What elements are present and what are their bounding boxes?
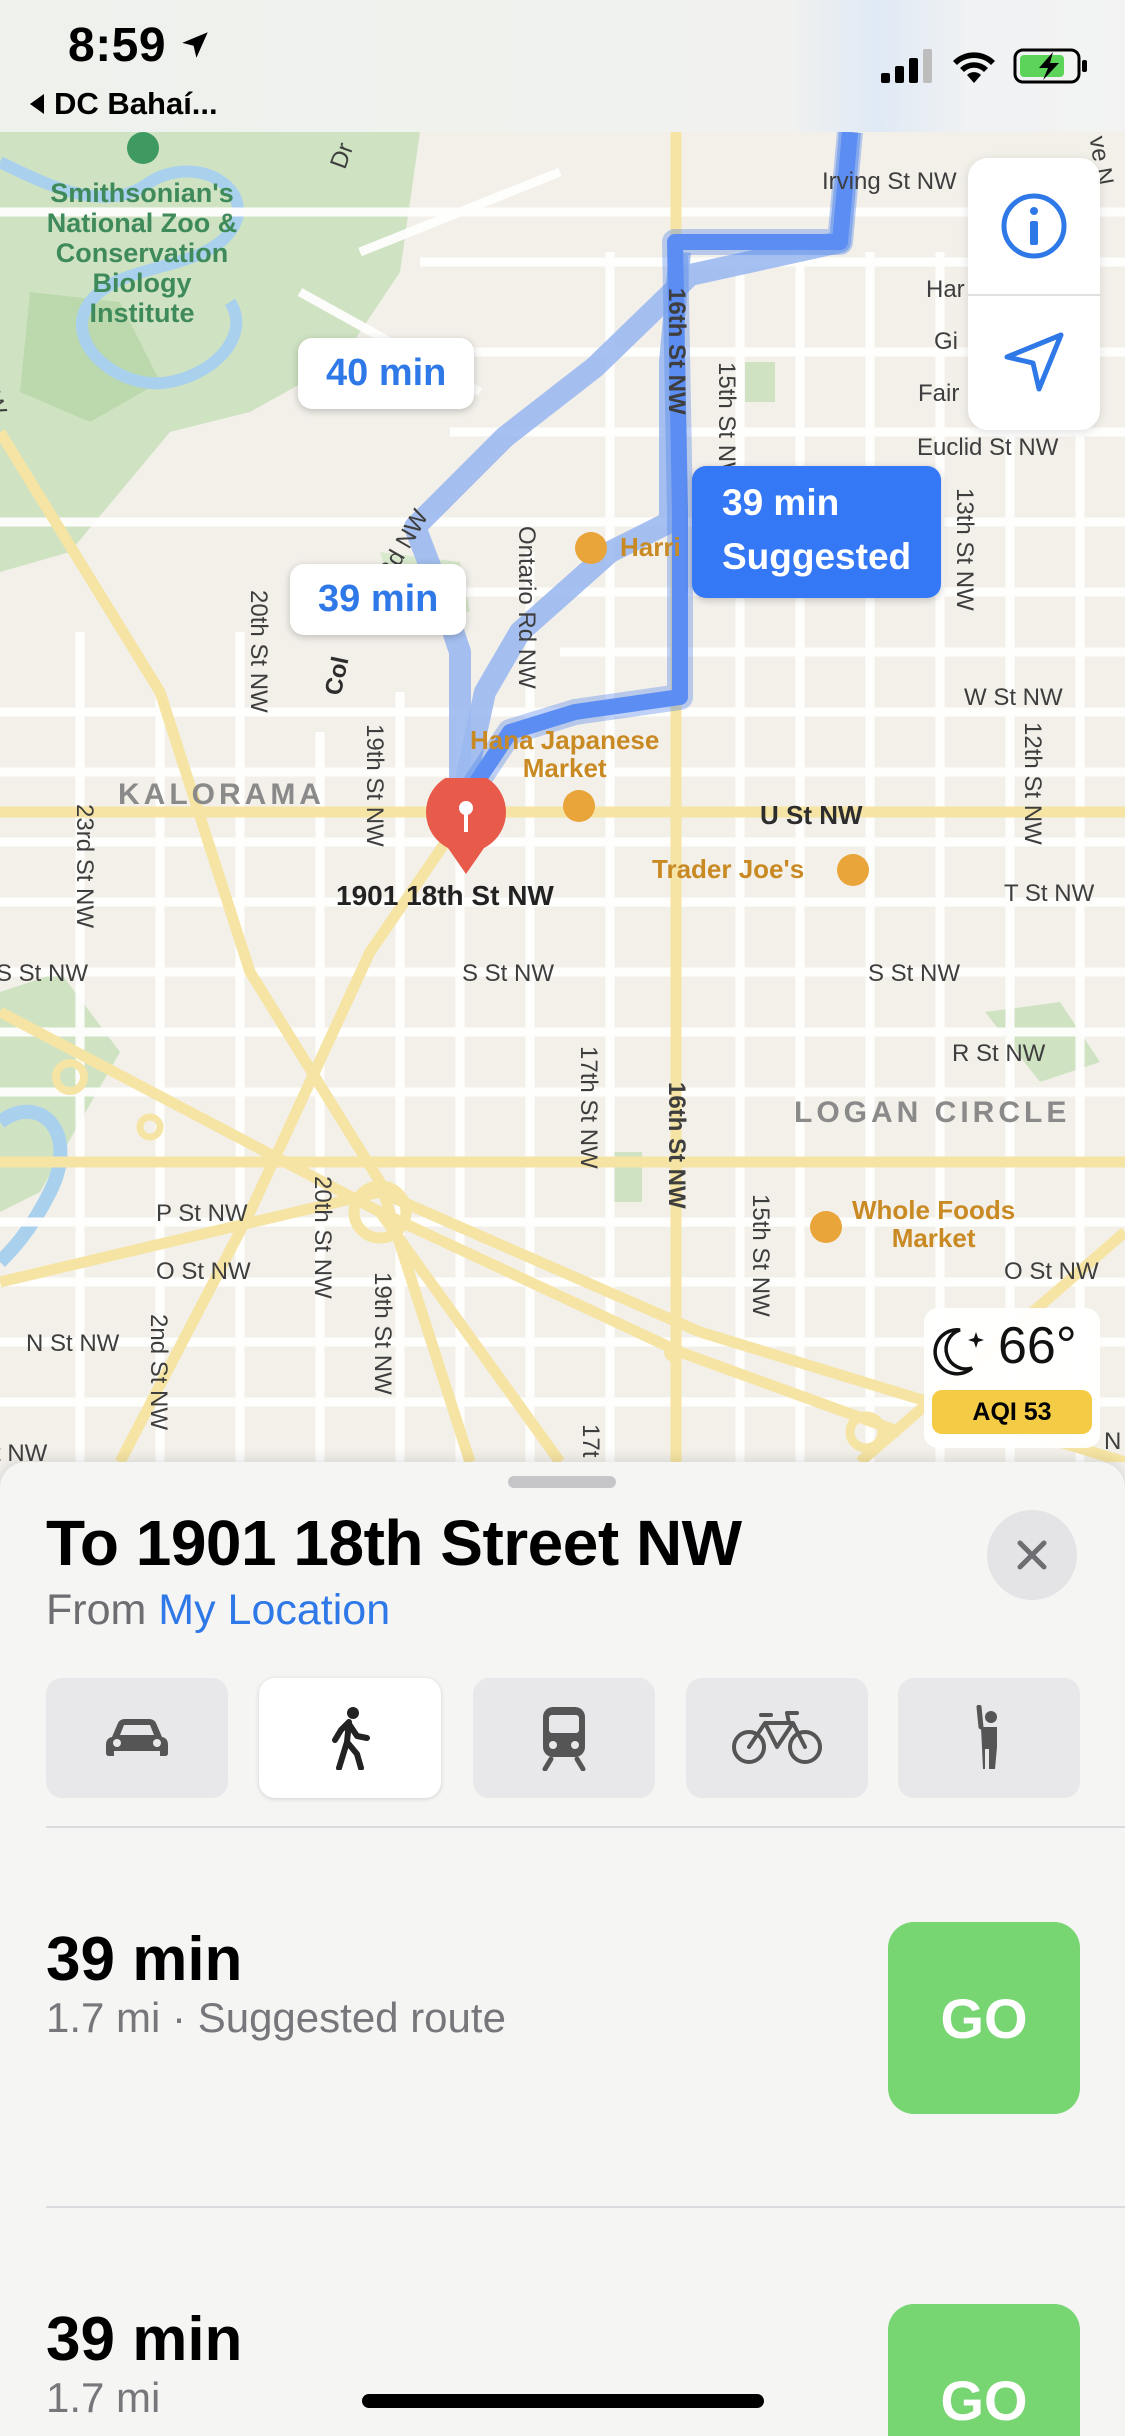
suggested-label: Suggested (722, 536, 912, 577)
street-label-w: W St NW (964, 684, 1063, 711)
street-label-s-east: S St NW (868, 960, 961, 987)
car-icon (106, 1719, 168, 1756)
location-arrow-outline-icon (1004, 332, 1064, 392)
street-label-20th: 20th St NW (245, 590, 272, 713)
neighborhood-label-kalorama: KALORAMA (118, 778, 325, 811)
transit-icon (542, 1707, 586, 1771)
back-app-label: DC Bahaí... (54, 86, 218, 121)
street-label-t: T St NW (1004, 880, 1095, 907)
route-time: 39 min (46, 2305, 243, 2374)
status-time: 8:59 (68, 19, 167, 72)
directions-origin: From My Location (46, 1586, 390, 1635)
route-bubble-40min[interactable]: 40 min (298, 338, 475, 409)
route-detail: 1.7 mi · Suggested route (46, 1994, 506, 2041)
street-label-15th-bottom: 15th St NW (747, 1194, 774, 1317)
street-label-16th-top: 16th St NW (663, 288, 690, 415)
mode-walk-button[interactable] (259, 1678, 441, 1798)
street-label-16th-bottom: 16th St NW (663, 1082, 690, 1209)
street-label-n-edge: N (1104, 1428, 1122, 1455)
mode-cycle-button[interactable] (686, 1678, 868, 1798)
street-label-13th: 13th St NW (951, 488, 978, 611)
street-label-harvard: Har (926, 276, 965, 303)
close-button[interactable] (987, 1510, 1077, 1600)
street-label-u: U St NW (760, 800, 863, 830)
mode-drive-button[interactable] (46, 1678, 228, 1798)
track-location-button[interactable] (968, 294, 1100, 430)
cellular-signal-icon (881, 49, 932, 83)
street-label-s-mid: S St NW (462, 960, 555, 987)
poi-label-whole-foods[interactable]: Whole Foods Market (852, 1196, 1015, 1252)
back-to-app-link[interactable]: DC Bahaí... (30, 86, 218, 122)
go-button[interactable]: GO (888, 2304, 1080, 2436)
street-label-r: R St NW (952, 1040, 1046, 1067)
street-label-20th-bottom: 20th St NW (309, 1176, 336, 1299)
home-indicator[interactable] (362, 2394, 764, 2408)
street-label-17th-bottom: 17t (577, 1424, 604, 1458)
go-button[interactable]: GO (888, 1922, 1080, 2114)
route-bubble-39min[interactable]: 39 min (290, 564, 467, 635)
street-label-12th: 12th St NW (1019, 722, 1046, 845)
street-label-23rd: 23rd St NW (71, 804, 98, 929)
rideshare-icon (976, 1705, 997, 1769)
wifi-icon (953, 52, 995, 83)
park-label-zoo: Smithsonian's National Zoo & Conservatio… (46, 178, 238, 328)
sheet-grabber[interactable] (508, 1476, 616, 1488)
mode-transit-button[interactable] (473, 1678, 655, 1798)
status-bar: 8:59 DC Bahaí... (0, 0, 1125, 132)
street-label-nw-edge: t NW (0, 1440, 48, 1462)
street-label-ontario: Ontario Rd NW (513, 526, 540, 689)
street-label-p: P St NW (156, 1200, 248, 1227)
weather-widget[interactable]: 66° AQI 53 (924, 1308, 1100, 1448)
street-label-fairmont: Fair (918, 380, 960, 407)
poi-label-trader-joes[interactable]: Trader Joe's (652, 854, 804, 885)
street-label-n: N St NW (26, 1330, 120, 1357)
back-triangle-icon (30, 94, 44, 114)
aqi-badge: AQI 53 (932, 1390, 1092, 1434)
neighborhood-label-logan-circle: LOGAN CIRCLE (794, 1096, 1071, 1129)
route-time: 39 min (46, 1925, 243, 1994)
status-icons (881, 48, 1089, 84)
street-label-o-east: O St NW (1004, 1258, 1099, 1285)
walk-icon (332, 1707, 370, 1770)
street-label-17th: 17th St NW (575, 1046, 602, 1169)
mode-rideshare-button[interactable] (898, 1678, 1080, 1798)
suggested-time: 39 min (722, 482, 840, 523)
directions-sheet: To 1901 18th Street NW From My Location (0, 1462, 1125, 2436)
destination-label: 1901 18th St NW (336, 880, 554, 911)
street-label-22nd: 2nd St NW (145, 1314, 172, 1431)
origin-link[interactable]: My Location (158, 1586, 390, 1634)
street-label-19th-bottom: 19th St NW (369, 1272, 396, 1395)
location-arrow-icon (182, 32, 208, 58)
battery-charging-icon (1013, 48, 1087, 84)
poi-label-harris[interactable]: Harri (620, 532, 681, 563)
transport-mode-selector (46, 1678, 1080, 1798)
street-label-girard: Gi (934, 328, 958, 355)
street-label-19th: 19th St NW (361, 724, 388, 847)
weather-temperature: 66° (998, 1317, 1077, 1375)
directions-title: To 1901 18th Street NW (46, 1507, 742, 1579)
info-icon (1001, 193, 1067, 259)
from-prefix: From (46, 1586, 147, 1634)
route-option-1[interactable]: 39 min 1.7 mi · Suggested route GO (0, 1828, 1125, 2114)
close-icon (1017, 1540, 1047, 1570)
map-view[interactable]: Smithsonian's National Zoo & Conservatio… (0, 132, 1125, 1462)
map-info-button[interactable] (968, 158, 1100, 294)
street-label-euclid: Euclid St NW (917, 434, 1059, 461)
bike-icon (732, 1711, 822, 1764)
destination-pin-icon[interactable] (424, 778, 508, 874)
route-detail: 1.7 mi (46, 2374, 161, 2421)
map-controls (968, 158, 1100, 430)
street-label-o-west: O St NW (156, 1258, 251, 1285)
street-label-s-west: S St NW (0, 960, 89, 987)
poi-label-hana[interactable]: Hana Japanese Market (470, 726, 659, 782)
route-bubble-suggested[interactable]: 39 min Suggested (692, 466, 942, 598)
moon-icon (933, 1328, 984, 1376)
street-label-irving: Irving St NW (822, 168, 957, 195)
